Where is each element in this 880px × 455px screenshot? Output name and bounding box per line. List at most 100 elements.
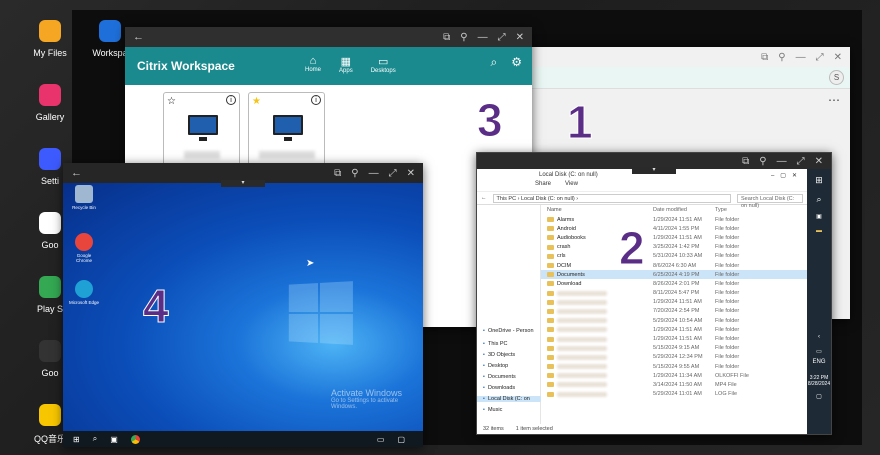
file-row[interactable]: 3/14/2024 11:50 AM MP4 File <box>541 380 807 389</box>
pin-icon[interactable]: ⚲ <box>778 52 785 63</box>
file-row[interactable]: 8/11/2024 5:47 PM File folder <box>541 289 807 298</box>
desktop-card[interactable]: ★ i <box>248 92 325 172</box>
favorite-star-icon[interactable]: ★ <box>252 96 261 107</box>
minimize-icon[interactable]: — <box>777 156 787 167</box>
close-icon[interactable]: ✕ <box>516 32 524 43</box>
language-indicator[interactable]: ENG <box>812 359 825 365</box>
nav-item[interactable]: ▪ Local Disk (C: on <box>477 396 541 402</box>
explorer-window-controls[interactable]: –▢✕ <box>771 172 803 179</box>
pip-icon[interactable]: ⧉ <box>334 168 341 179</box>
maximize-icon[interactable]: ⤢ <box>816 52 824 63</box>
file-row[interactable]: Alarms 1/29/2024 11:51 AM File folder <box>541 215 807 224</box>
clock-date[interactable]: 8/28/2024 <box>808 381 830 387</box>
file-explorer-icon[interactable]: ▬ <box>816 228 822 234</box>
back-icon[interactable]: ← <box>133 31 144 43</box>
windows-start-icon[interactable]: ⊞ <box>815 175 823 186</box>
notification-icon[interactable]: ▢ <box>397 435 405 444</box>
file-row[interactable]: Download 8/26/2024 2:01 PM File folder <box>541 279 807 288</box>
desktop-shortcut[interactable]: Recycle Bin <box>69 185 99 210</box>
file-row[interactable]: 5/29/2024 12:34 PM File folder <box>541 353 807 362</box>
file-explorer-window[interactable]: ⧉ ⚲ — ⤢ ✕ Local Disk (C: on null) –▢✕ Sh… <box>476 152 832 435</box>
tab-desktops[interactable]: ▭ Desktops <box>371 55 396 74</box>
task-view-icon[interactable]: ▣ <box>110 435 118 444</box>
desktop-card[interactable]: ☆ i <box>163 92 240 172</box>
citrix-titlebar[interactable]: ← ⧉ ⚲ — ⤢ ✕ <box>125 27 532 47</box>
tab-apps[interactable]: ▦ Apps <box>339 55 353 74</box>
col-name[interactable]: Name <box>541 207 653 213</box>
nav-item[interactable]: ▪ This PC <box>483 341 508 347</box>
network-icon[interactable]: ▭ <box>377 435 385 444</box>
menu-share[interactable]: Share <box>535 181 551 191</box>
notification-icon[interactable]: ▢ <box>816 393 822 400</box>
search-icon[interactable]: ⌕ <box>93 434 97 444</box>
chrome-icon[interactable] <box>130 434 140 444</box>
nav-item[interactable]: ▪ OneDrive - Person <box>483 328 534 334</box>
nav-item[interactable]: ▪ 3D Objects <box>483 352 515 358</box>
nav-item[interactable]: ▪ Desktop <box>483 363 508 369</box>
task-view-icon[interactable]: ▣ <box>816 213 822 220</box>
col-date[interactable]: Date modified <box>653 207 715 213</box>
chevron-icon[interactable]: ‹ <box>818 334 820 340</box>
file-row[interactable]: crash 3/25/2024 1:42 PM File folder <box>541 243 807 252</box>
tab-home[interactable]: ⌂ Home <box>305 55 321 74</box>
window-drag-handle[interactable]: ▾ <box>221 180 265 187</box>
file-row[interactable]: 5/29/2024 11:01 AM LOG File <box>541 390 807 399</box>
more-icon[interactable]: ⋯ <box>828 93 840 107</box>
maximize-icon[interactable]: ⤢ <box>498 32 506 43</box>
file-row[interactable]: 1/29/2024 11:51 AM File folder <box>541 334 807 343</box>
window-drag-handle[interactable]: ▾ <box>632 167 676 174</box>
info-icon[interactable]: i <box>226 95 236 105</box>
col-type[interactable]: Type <box>715 207 765 213</box>
file-row[interactable]: DCIM 8/6/2024 6:30 AM File folder <box>541 261 807 270</box>
windows-desktop-window[interactable]: ← ⧉ ⚲ — ⤢ ✕ Recycle Bin Google Chrome Micr… <box>63 163 423 447</box>
file-row[interactable]: Android 4/11/2024 1:55 PM File folder <box>541 224 807 233</box>
minimize-icon[interactable]: — <box>796 52 806 63</box>
windows-start-icon[interactable]: ⊞ <box>73 435 80 444</box>
nav-item-label: This PC <box>487 341 508 347</box>
favorite-star-icon[interactable]: ☆ <box>167 96 176 107</box>
maximize-icon[interactable]: ⤢ <box>389 168 397 179</box>
pin-icon[interactable]: ⚲ <box>351 168 358 179</box>
pip-icon[interactable]: ⧉ <box>742 156 749 167</box>
avatar[interactable]: S <box>829 70 844 85</box>
close-icon[interactable]: ✕ <box>407 168 415 179</box>
dock-app[interactable]: Gallery <box>20 84 80 122</box>
file-row[interactable]: 1/29/2024 11:51 AM File folder <box>541 298 807 307</box>
file-row[interactable]: Audiobooks 1/29/2024 11:51 AM File folder <box>541 233 807 242</box>
minimize-icon[interactable]: — <box>369 168 379 179</box>
file-row[interactable]: 5/29/2024 10:54 AM File folder <box>541 316 807 325</box>
nav-item[interactable]: ▪ Music <box>483 407 502 413</box>
file-row[interactable]: 5/15/2024 9:55 AM File folder <box>541 362 807 371</box>
address-bar[interactable]: This PC › Local Disk (C: on null) › <box>492 193 731 203</box>
file-row[interactable]: 5/15/2024 9:15 AM File folder <box>541 344 807 353</box>
maximize-icon[interactable]: ⤢ <box>797 156 805 167</box>
back-icon[interactable]: ← <box>71 167 82 179</box>
nav-item[interactable]: ▪ Documents <box>483 374 516 380</box>
pip-icon[interactable]: ⧉ <box>761 52 768 63</box>
desktop-shortcut[interactable]: Microsoft Edge <box>69 280 99 305</box>
gear-icon[interactable]: ⚙ <box>511 55 522 70</box>
close-icon[interactable]: ✕ <box>834 52 842 63</box>
explorer-titlebar[interactable]: ⧉ ⚲ — ⤢ ✕ <box>477 153 831 169</box>
minimize-icon[interactable]: — <box>478 32 488 43</box>
file-row[interactable]: Documents 6/25/2024 4:19 PM File folder <box>541 270 807 280</box>
nav-item[interactable]: ▪ Downloads <box>483 385 515 391</box>
file-row[interactable]: 1/29/2024 11:51 AM File folder <box>541 325 807 334</box>
network-icon[interactable]: ▭ <box>816 348 822 355</box>
search-icon[interactable]: ⌕ <box>491 55 498 70</box>
pin-icon[interactable]: ⚲ <box>460 32 467 43</box>
search-icon[interactable]: ⌕ <box>816 194 821 205</box>
pip-icon[interactable]: ⧉ <box>443 32 450 43</box>
file-row[interactable]: 7/20/2024 2:54 PM File folder <box>541 307 807 316</box>
file-row[interactable]: 1/29/2024 11:34 AM OLKOFFI File <box>541 371 807 380</box>
desktop-shortcut[interactable]: Google Chrome <box>69 233 99 263</box>
window-1-titlebar[interactable]: ⧉ ⚲ — ⤢ ✕ <box>512 47 850 67</box>
close-icon[interactable]: ✕ <box>815 156 823 167</box>
search-input[interactable]: Search Local Disk (C: on null) <box>737 193 803 209</box>
pin-icon[interactable]: ⚲ <box>759 156 766 167</box>
info-icon[interactable]: i <box>311 95 321 105</box>
dock-app[interactable]: My Files <box>20 20 80 58</box>
back-arrow-icon[interactable]: ← <box>481 195 487 201</box>
file-row[interactable]: crls 5/31/2024 10:33 AM File folder <box>541 252 807 261</box>
menu-view[interactable]: View <box>565 181 578 191</box>
